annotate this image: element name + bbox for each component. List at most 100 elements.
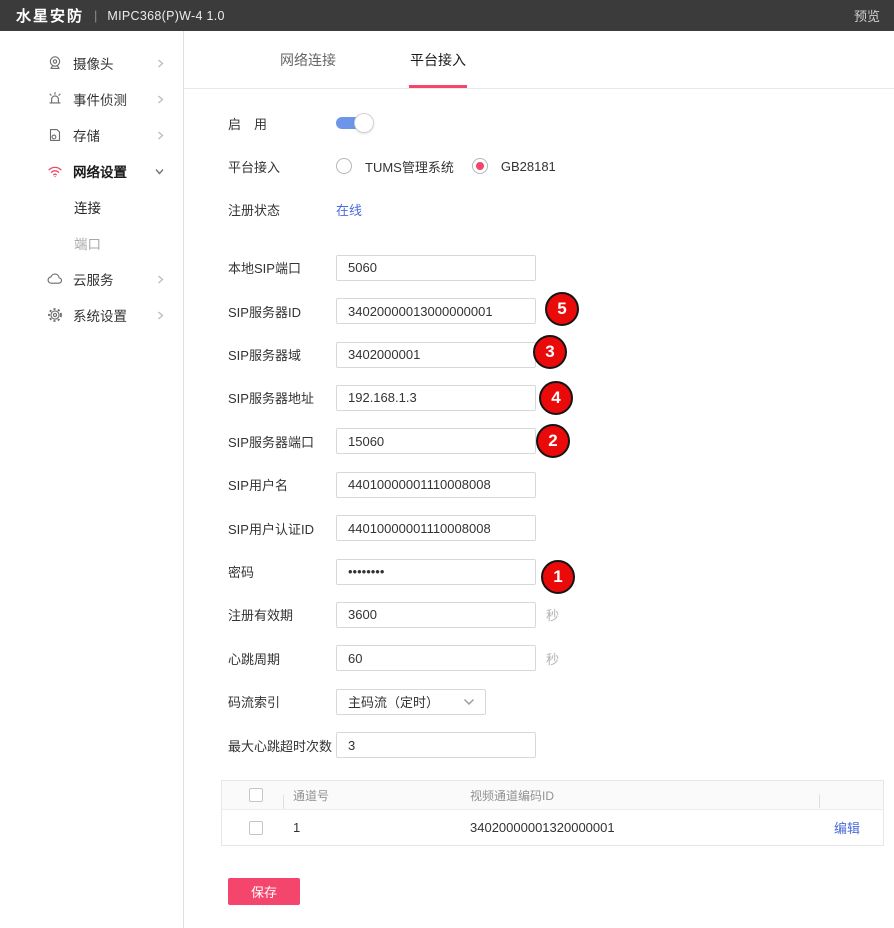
- gear-icon: [46, 306, 64, 324]
- row-action-cell: 编辑: [820, 818, 883, 837]
- chevron-right-icon: [156, 274, 165, 285]
- table-header-row: 通道号 视频通道编码ID: [222, 781, 883, 809]
- reg-validity-input[interactable]: [336, 602, 536, 628]
- content-area: 网络连接平台接入 启 用 平台接入 TUMS管理系统GB28181 注册状态 在…: [184, 31, 894, 928]
- sip-server-port-input[interactable]: [336, 428, 536, 454]
- sidebar-subitem-connection[interactable]: 连接: [0, 189, 183, 225]
- sidebar-item-label: 网络设置: [73, 161, 154, 181]
- brand-divider: |: [94, 8, 97, 23]
- chevron-right-icon: [156, 58, 165, 69]
- select-value: 主码流（定时）: [348, 692, 439, 711]
- header-checkbox-cell: [222, 788, 284, 802]
- field-label-sip-username: SIP用户名: [228, 475, 336, 494]
- sip-server-domain-input[interactable]: [336, 342, 536, 368]
- sidebar-item-events[interactable]: 事件侦测: [0, 81, 183, 117]
- preview-link[interactable]: 预览: [854, 6, 880, 25]
- field-row-max-heartbeat-timeout: 最大心跳超时次数: [228, 732, 894, 758]
- field-label-max-heartbeat-timeout: 最大心跳超时次数: [228, 736, 336, 755]
- sidebar-item-storage[interactable]: 存储: [0, 117, 183, 153]
- field-row-sip-user-auth-id: SIP用户认证ID: [228, 515, 894, 541]
- chevron-right-icon: [156, 310, 165, 321]
- field-label-sip-user-auth-id: SIP用户认证ID: [228, 519, 336, 538]
- field-label-local-sip-port: 本地SIP端口: [228, 258, 336, 277]
- header-encode-id: 视频通道编码ID: [458, 787, 820, 804]
- max-heartbeat-timeout-input[interactable]: [336, 732, 536, 758]
- camera-icon: [46, 54, 64, 72]
- radio-gb28181[interactable]: GB28181: [472, 158, 556, 174]
- heartbeat-period-input[interactable]: [336, 645, 536, 671]
- platform-access-form: 启 用 平台接入 TUMS管理系统GB28181 注册状态 在线 本地SIP端口…: [184, 89, 894, 758]
- annotation-badge-1: 1: [541, 560, 575, 594]
- field-row-sip-username: SIP用户名: [228, 472, 894, 498]
- tab-platform-access[interactable]: 平台接入: [410, 31, 466, 88]
- main-layout: 摄像头事件侦测存储网络设置连接端口云服务系统设置 网络连接平台接入 启 用 平台…: [0, 31, 894, 928]
- alarm-icon: [46, 90, 64, 108]
- annotation-badge-2: 2: [536, 424, 570, 458]
- select-all-checkbox[interactable]: [249, 788, 263, 802]
- tab-bar: 网络连接 平台接入: [184, 31, 894, 89]
- table-body: 134020000001320000001编辑: [222, 809, 883, 845]
- wifi-icon: [46, 162, 64, 180]
- password-input[interactable]: [336, 559, 536, 585]
- toggle-knob: [354, 113, 374, 133]
- platform-radio-group: TUMS管理系统 GB28181: [336, 157, 574, 176]
- annotation-badge-4: 4: [539, 381, 573, 415]
- tab-network-connection[interactable]: 网络连接: [280, 31, 336, 88]
- radio-label: TUMS管理系统: [365, 157, 454, 176]
- chevron-right-icon: [156, 130, 165, 141]
- field-row-local-sip-port: 本地SIP端口: [228, 255, 894, 281]
- radio-tums[interactable]: TUMS管理系统: [336, 157, 454, 176]
- annotation-badge-5: 5: [545, 292, 579, 326]
- field-row-password: 密码1: [228, 559, 894, 585]
- brand-logo: 水星安防: [16, 5, 84, 26]
- enable-label: 启 用: [228, 114, 336, 133]
- platform-label: 平台接入: [228, 157, 336, 176]
- stream-index-select[interactable]: 主码流（定时）: [336, 689, 486, 715]
- row-checkbox[interactable]: [249, 821, 263, 835]
- edit-link[interactable]: 编辑: [834, 821, 860, 836]
- sip-fields: 本地SIP端口SIP服务器ID5SIP服务器域3SIP服务器地址4SIP服务器端…: [228, 255, 894, 758]
- sidebar-item-label: 存储: [73, 125, 156, 145]
- sidebar-item-network[interactable]: 网络设置: [0, 153, 183, 189]
- save-button[interactable]: 保存: [228, 878, 300, 905]
- chevron-down-icon: [463, 698, 475, 706]
- field-row-heartbeat-period: 心跳周期 秒: [228, 645, 894, 671]
- field-label-heartbeat-period: 心跳周期: [228, 649, 336, 668]
- device-model: MIPC368(P)W-4 1.0: [107, 9, 224, 23]
- sidebar-item-camera[interactable]: 摄像头: [0, 45, 183, 81]
- local-sip-port-input[interactable]: [336, 255, 536, 281]
- channel-table: 通道号 视频通道编码ID 134020000001320000001编辑: [221, 780, 884, 846]
- radio-circle-icon: [336, 158, 352, 174]
- chevron-down-icon: [154, 167, 165, 176]
- annotation-badge-3: 3: [533, 335, 567, 369]
- field-label-sip-server-id: SIP服务器ID: [228, 302, 336, 321]
- field-row-sip-server-id: SIP服务器ID5: [228, 298, 894, 324]
- field-row-sip-server-port: SIP服务器端口2: [228, 428, 894, 454]
- channel-number-cell: 1: [284, 820, 458, 835]
- sidebar: 摄像头事件侦测存储网络设置连接端口云服务系统设置: [0, 31, 184, 928]
- header-channel: 通道号: [284, 787, 458, 804]
- field-row-sip-server-address: SIP服务器地址4: [228, 385, 894, 411]
- cloud-icon: [46, 270, 64, 288]
- topbar: 水星安防 | MIPC368(P)W-4 1.0 预览: [0, 0, 894, 31]
- chevron-right-icon: [156, 94, 165, 105]
- field-label-stream-index: 码流索引: [228, 692, 336, 711]
- sidebar-item-system[interactable]: 系统设置: [0, 297, 183, 333]
- reg-status-value[interactable]: 在线: [336, 200, 362, 219]
- table-row: 134020000001320000001编辑: [222, 809, 883, 845]
- sip-user-auth-id-input[interactable]: [336, 515, 536, 541]
- storage-icon: [46, 126, 64, 144]
- field-unit: 秒: [546, 649, 559, 668]
- radio-circle-icon: [472, 158, 488, 174]
- sip-server-address-input[interactable]: [336, 385, 536, 411]
- radio-label: GB28181: [501, 159, 556, 174]
- sip-server-id-input[interactable]: [336, 298, 536, 324]
- enable-toggle[interactable]: [336, 113, 374, 133]
- sidebar-item-label: 事件侦测: [73, 89, 156, 109]
- sidebar-subitem-port[interactable]: 端口: [0, 225, 183, 261]
- enable-row: 启 用: [228, 110, 894, 136]
- row-checkbox-cell: [222, 821, 284, 835]
- field-row-stream-index: 码流索引主码流（定时）: [228, 689, 894, 715]
- sip-username-input[interactable]: [336, 472, 536, 498]
- sidebar-item-cloud[interactable]: 云服务: [0, 261, 183, 297]
